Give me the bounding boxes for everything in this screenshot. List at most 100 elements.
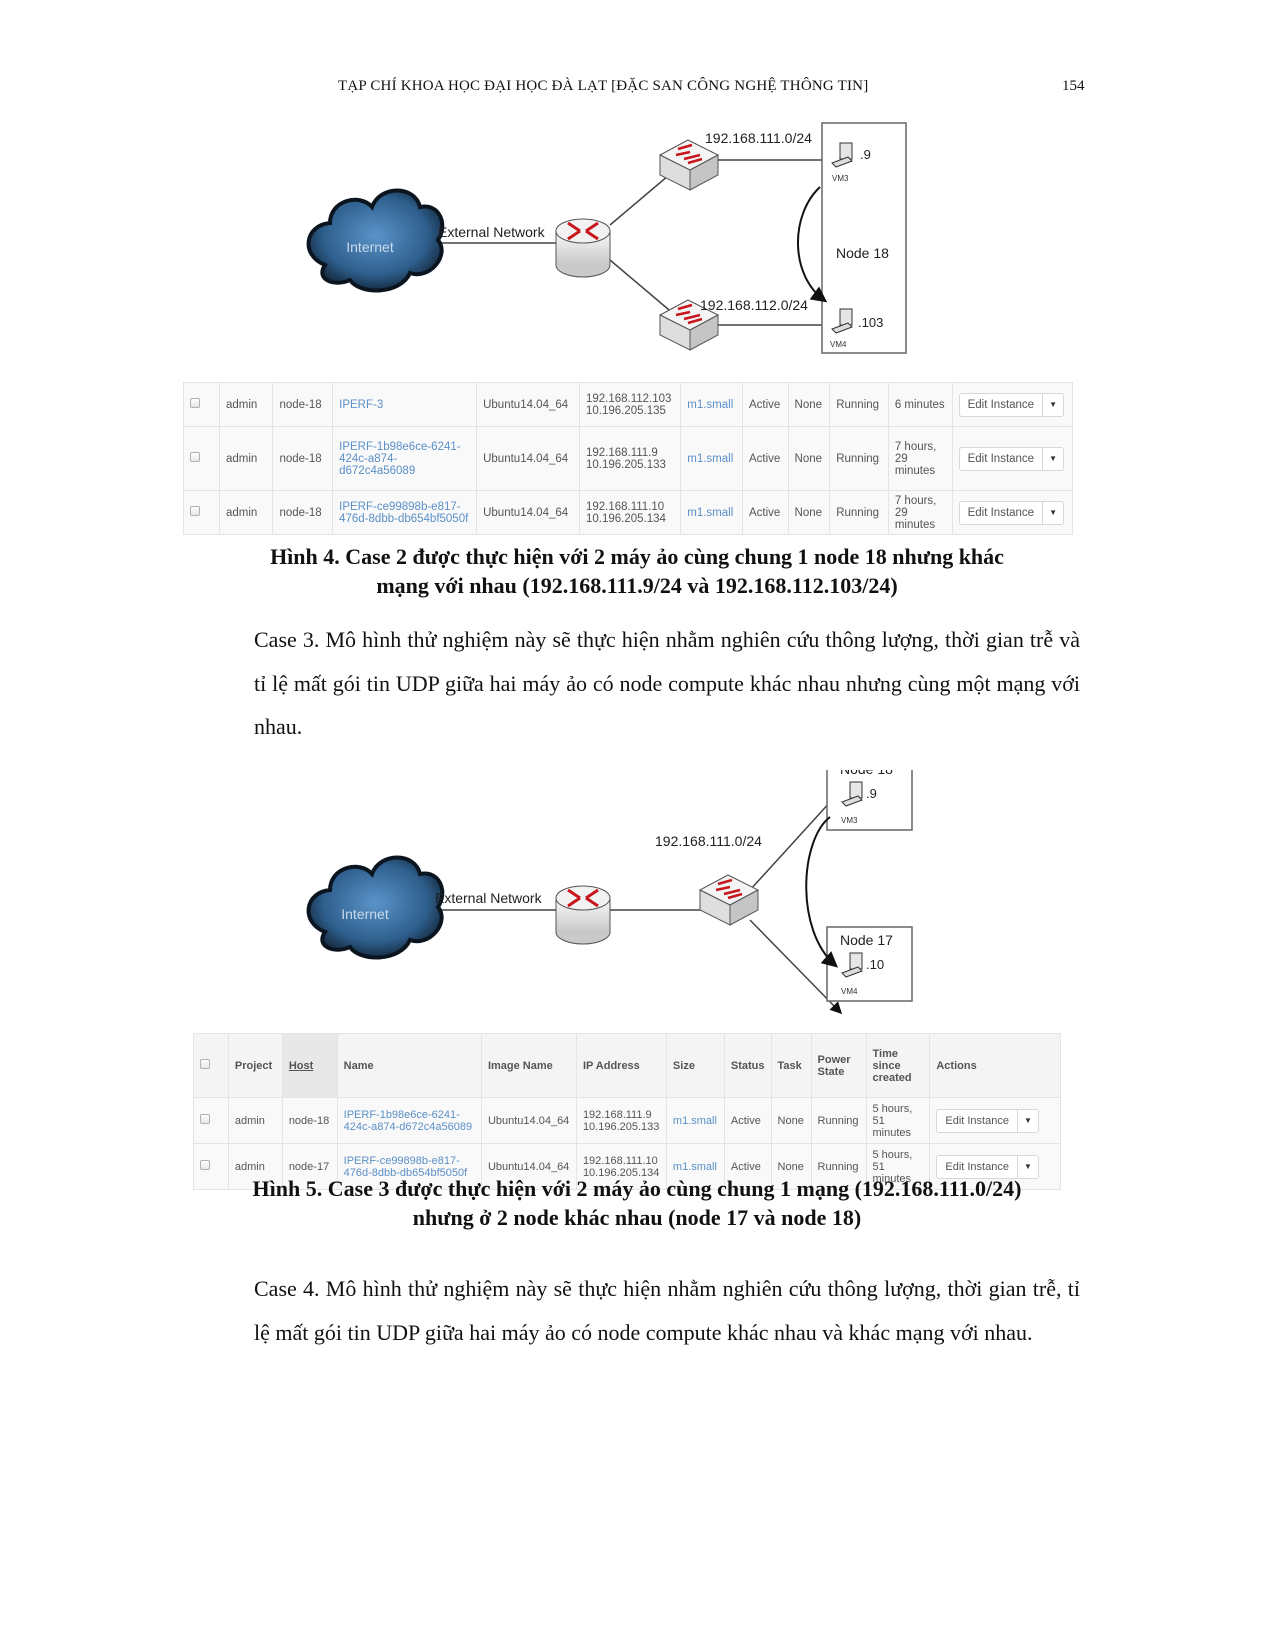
caption-line: mạng với nhau (192.168.111.9/24 và 192.1… (376, 573, 898, 598)
switch-icon (658, 139, 720, 191)
cell-time: 7 hours, 29 minutes (887, 490, 953, 535)
cell-ip: 192.168.111.9 10.196.205.133 (578, 426, 682, 491)
ip-address: 192.168.111.10 (585, 500, 665, 513)
cell-size[interactable]: m1.small (665, 1097, 725, 1144)
cell-host: node-18 (281, 1097, 338, 1144)
cell-power: Running (829, 490, 889, 535)
cell-size[interactable]: m1.small (680, 382, 743, 427)
vm4-ip: .10 (866, 957, 884, 972)
size-link[interactable]: m1.small (687, 399, 733, 411)
instance-name-link[interactable]: IPERF-ce99898b-e817- (344, 1155, 475, 1167)
cell-time: 7 hours, 29 minutes (887, 426, 953, 491)
host-sort-link[interactable]: Host (289, 1060, 313, 1072)
instance-name-link[interactable]: IPERF-1b98e6ce-6241- (344, 1109, 475, 1121)
chevron-down-icon[interactable]: ▼ (1042, 447, 1063, 470)
size-link[interactable]: m1.small (673, 1115, 717, 1127)
cell-project: admin (218, 426, 274, 491)
column-header-time[interactable]: Time since created (865, 1033, 931, 1098)
cell-actions: Edit Instance ▼ (951, 382, 1074, 427)
cell-actions: Edit Instance ▼ (951, 426, 1074, 491)
column-header-size[interactable]: Size (665, 1033, 725, 1098)
column-header-status[interactable]: Status (723, 1033, 772, 1098)
edit-instance-button[interactable]: Edit Instance (960, 448, 1042, 470)
actions-button-group: Edit Instance ▼ (958, 500, 1064, 525)
row-checkbox[interactable] (190, 398, 200, 408)
column-header-host[interactable]: Host (281, 1033, 338, 1098)
cell-image: Ubuntu14.04_64 (476, 490, 580, 535)
vm3-ip: .9 (866, 786, 877, 801)
chevron-down-icon[interactable]: ▼ (1042, 393, 1063, 416)
time-since-created: 7 hours, (894, 440, 937, 453)
instance-name-link[interactable]: IPERF-1b98e6ce-6241- (339, 441, 470, 453)
ip-address: 10.196.205.135 (585, 404, 666, 417)
cell-name[interactable]: IPERF-1b98e6ce-6241-424c-a874-d672c4a560… (336, 1097, 482, 1144)
column-header-project[interactable]: Project (227, 1033, 283, 1098)
instance-name-link[interactable]: 424c-a874- (339, 453, 470, 465)
cell-project: admin (218, 382, 274, 427)
instance-name-link[interactable]: 476d-8dbb-db654bf5050f (339, 513, 470, 525)
size-link[interactable]: m1.small (687, 453, 733, 465)
instance-name-link[interactable]: 424c-a874-d672c4a56089 (344, 1121, 475, 1133)
cell-size[interactable]: m1.small (680, 490, 743, 535)
table-row: admin node-18 IPERF-1b98e6ce-6241- 424c-a87… (183, 426, 1074, 491)
ip-address: 10.196.205.134 (585, 512, 666, 525)
row-checkbox-cell (193, 1097, 229, 1144)
edit-instance-button[interactable]: Edit Instance (937, 1110, 1017, 1132)
switch-icon (698, 874, 760, 926)
cell-power: Running (810, 1097, 867, 1144)
cell-actions: Edit Instance ▼ (951, 490, 1074, 535)
column-header-task[interactable]: Task (770, 1033, 812, 1098)
cell-task: None (787, 490, 831, 535)
column-header-ip[interactable]: IP Address (575, 1033, 667, 1098)
cell-name[interactable]: IPERF-3 (332, 382, 478, 427)
time-since-created: 6 minutes (894, 398, 945, 411)
instance-name-link[interactable]: IPERF-ce99898b-e817- (339, 501, 470, 513)
node-bottom-label: Node 17 (840, 932, 893, 948)
subnet-label: 192.168.111.0/24 (655, 833, 762, 849)
chevron-down-icon[interactable]: ▼ (1042, 501, 1063, 524)
node-top-label: Node 18 (840, 770, 893, 777)
instance-name-link[interactable]: IPERF-3 (339, 399, 470, 411)
cloud-label: Internet (346, 239, 394, 255)
cell-name[interactable]: IPERF-1b98e6ce-6241-424c-a874-d672c4a560… (332, 426, 478, 491)
header-line: State (817, 1065, 845, 1078)
cell-name[interactable]: IPERF-ce99898b-e817- 476d-8dbb-db654bf505… (332, 490, 478, 535)
instance-name-link[interactable]: d672c4a56089 (339, 465, 470, 477)
row-checkbox-cell (183, 490, 220, 535)
column-header-name[interactable]: Name (336, 1033, 482, 1098)
header-line: created (872, 1071, 912, 1084)
cell-host: node-18 (272, 382, 334, 427)
edit-instance-button[interactable]: Edit Instance (960, 394, 1042, 416)
row-checkbox[interactable] (190, 506, 200, 516)
header-line: since (872, 1059, 901, 1072)
cloud-label: Internet (341, 906, 389, 922)
column-header-actions: Actions (929, 1033, 1061, 1098)
ip-address: 10.196.205.133 (585, 458, 666, 471)
column-header-image[interactable]: Image Name (480, 1033, 577, 1098)
size-link[interactable]: m1.small (673, 1161, 717, 1173)
router-icon (555, 218, 611, 278)
cell-host: node-18 (272, 490, 334, 535)
table-row: admin node-18 IPERF-ce99898b-e817- 476d-8db… (183, 490, 1074, 535)
paragraph-case4: Case 4. Mô hình thử nghiệm này sẽ thực h… (178, 1267, 1080, 1354)
size-link[interactable]: m1.small (687, 507, 733, 519)
cell-image: Ubuntu14.04_64 (476, 426, 580, 491)
cell-size[interactable]: m1.small (680, 426, 743, 491)
page-number: 154 (1062, 78, 1085, 94)
caption-line: nhưng ở 2 node khác nhau (node 17 và nod… (412, 1205, 862, 1230)
caption-line: Hình 4. Case 2 được thực hiện với 2 máy … (270, 544, 1004, 569)
row-checkbox[interactable] (190, 452, 200, 462)
chevron-down-icon[interactable]: ▼ (1016, 1109, 1038, 1132)
column-header-power[interactable]: Power State (810, 1033, 867, 1098)
paragraph-case3: Case 3. Mô hình thử nghiệm này sẽ thực h… (178, 618, 1080, 749)
row-checkbox[interactable] (200, 1114, 210, 1124)
time-since-created: 29 minutes (894, 506, 936, 531)
router-icon (555, 885, 611, 945)
figure5-network-diagram: Internet External Network 192.168.111.0/… (306, 770, 913, 1015)
cell-ip: 192.168.111.9 10.196.205.133 (575, 1097, 667, 1144)
edit-instance-button[interactable]: Edit Instance (960, 502, 1042, 524)
subnet-bottom-label: 192.168.112.0/24 (700, 297, 808, 313)
traffic-arrow (797, 186, 828, 303)
row-checkbox[interactable] (200, 1160, 210, 1170)
select-all-checkbox[interactable] (200, 1059, 210, 1069)
